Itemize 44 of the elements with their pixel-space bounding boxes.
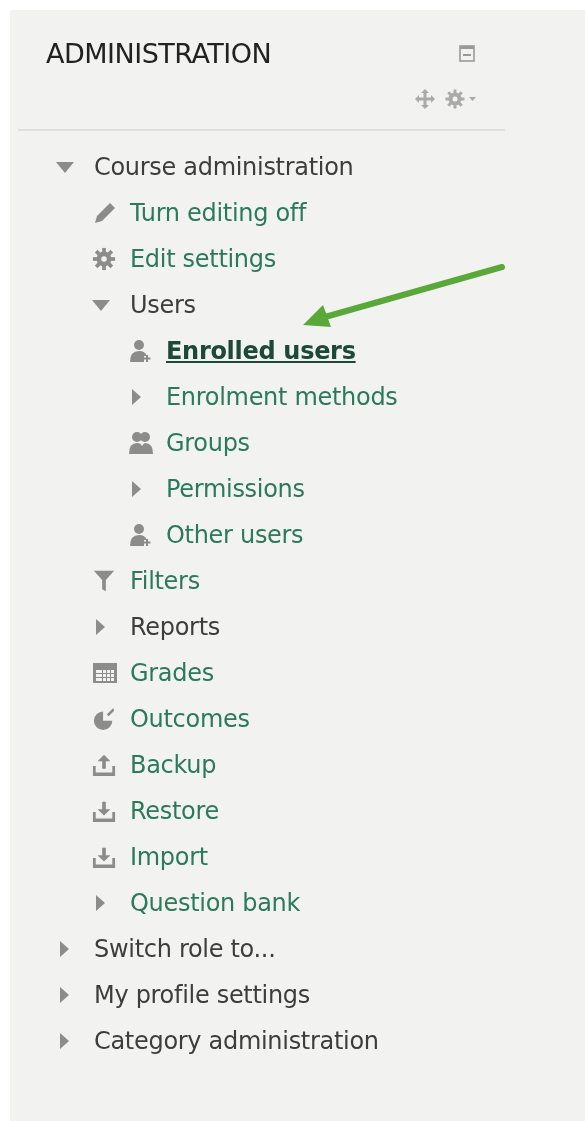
tree-node[interactable]: Category administration	[94, 1027, 379, 1055]
filter-icon	[92, 569, 116, 593]
block-title: ADMINISTRATION	[46, 38, 272, 69]
caret-right-icon[interactable]	[60, 941, 69, 957]
caret-down-icon[interactable]	[56, 161, 74, 173]
group-icon	[128, 430, 154, 456]
move-icon[interactable]	[415, 89, 435, 109]
caret-right-icon[interactable]	[60, 1033, 69, 1049]
menu-link[interactable]: Restore	[130, 797, 219, 825]
menu-link[interactable]: Import	[130, 843, 208, 871]
caret-right-icon[interactable]	[96, 895, 105, 911]
table-icon	[92, 660, 118, 686]
tree-node[interactable]: Users	[130, 291, 196, 319]
tree-node[interactable]: Enrolment methods	[166, 383, 398, 411]
menu-link[interactable]: Grades	[130, 659, 214, 687]
menu-link[interactable]: Filters	[130, 567, 200, 595]
user-add-icon	[128, 338, 154, 364]
tree-node[interactable]: Question bank	[130, 889, 301, 917]
caret-right-icon[interactable]	[132, 389, 141, 405]
menu-link[interactable]: Backup	[130, 751, 217, 779]
pencil-icon	[92, 200, 118, 226]
menu-link[interactable]: Other users	[166, 521, 304, 549]
tree-node[interactable]: Permissions	[166, 475, 305, 503]
caret-right-icon[interactable]	[96, 619, 105, 635]
gear-menu-icon[interactable]	[445, 89, 477, 109]
menu-link[interactable]: Outcomes	[130, 705, 250, 733]
tree-node[interactable]: Course administration	[94, 153, 354, 181]
menu-link[interactable]: Edit settings	[130, 245, 276, 273]
caret-down-icon[interactable]	[92, 299, 110, 311]
download-icon	[92, 799, 116, 823]
tree-node[interactable]: Switch role to...	[94, 935, 276, 963]
tree-node[interactable]: My profile settings	[94, 981, 310, 1009]
collapse-icon[interactable]	[459, 45, 475, 62]
menu-link[interactable]: Groups	[166, 429, 250, 457]
user-add-icon	[128, 522, 154, 548]
upload-icon	[92, 753, 116, 777]
tree-node[interactable]: Reports	[130, 613, 220, 641]
caret-right-icon[interactable]	[132, 481, 141, 497]
caret-right-icon[interactable]	[60, 987, 69, 1003]
menu-link[interactable]: Enrolled users	[166, 337, 356, 365]
menu-link[interactable]: Turn editing off	[130, 199, 307, 227]
download-icon	[92, 845, 116, 869]
pie-chart-icon	[92, 707, 116, 731]
gear-icon	[92, 247, 116, 271]
